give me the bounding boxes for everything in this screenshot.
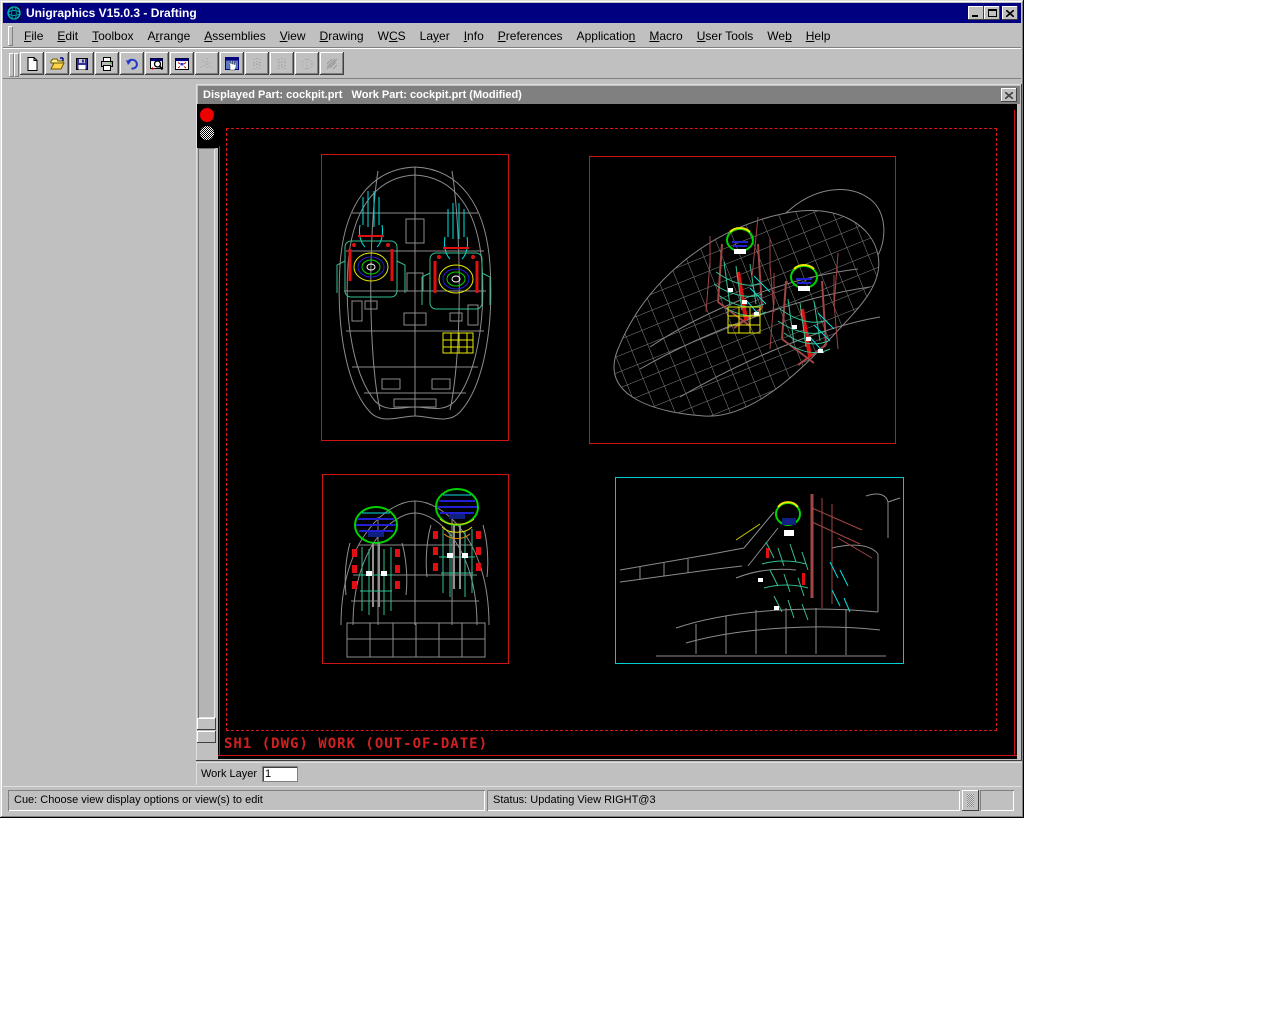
window-title: Unigraphics V15.0.3 - Drafting: [26, 6, 197, 20]
menubar-handle[interactable]: [8, 26, 13, 46]
menu-assemblies[interactable]: Assemblies: [197, 26, 272, 46]
zoom-window-icon: [149, 56, 165, 72]
hatch-ghost-icon: [324, 56, 340, 72]
graphics-window: Displayed Part: cockpit.prt Work Part: c…: [196, 84, 1022, 761]
meter-thumb-top: [197, 718, 216, 730]
main-toolbar: [3, 47, 1021, 79]
graphics-window-close-button[interactable]: [1001, 88, 1017, 102]
meter-thumb-bottom: [197, 731, 216, 743]
view-top[interactable]: [321, 154, 509, 441]
close-icon: [1005, 92, 1013, 99]
view-right-wireframe: [616, 478, 903, 663]
ghost-tool-3-button: [295, 52, 319, 75]
graphics-window-title: Displayed Part: cockpit.prt Work Part: c…: [198, 86, 1020, 104]
printer-icon: [99, 56, 115, 72]
window-controls: [968, 6, 1018, 20]
new-document-icon: [24, 56, 40, 72]
menu-drawing[interactable]: Drawing: [313, 26, 371, 46]
menu-arrange[interactable]: Arrange: [141, 26, 198, 46]
ghost-tool-1-icon: [249, 56, 265, 72]
interrupt-stop-button[interactable]: [200, 108, 214, 122]
ghost-tool-2-icon: [274, 56, 290, 72]
view-front-wireframe: [323, 475, 508, 663]
app-icon: [6, 5, 22, 21]
view-right[interactable]: [615, 477, 904, 664]
maximize-button[interactable]: [984, 6, 1000, 20]
dither-glyph-icon: [967, 794, 974, 807]
status-bar: Cue: Choose view display options or view…: [3, 786, 1021, 815]
maximize-icon: [988, 9, 997, 17]
title-bar: Unigraphics V15.0.3 - Drafting: [3, 3, 1021, 23]
menu-macro[interactable]: Macro: [642, 26, 689, 46]
new-part-button[interactable]: [20, 52, 44, 75]
menu-info[interactable]: Info: [457, 26, 491, 46]
close-icon: [1006, 10, 1014, 17]
menu-application[interactable]: Application: [570, 26, 643, 46]
minimize-button[interactable]: [968, 6, 984, 20]
percent-done-meter: [198, 148, 215, 718]
menu-edit[interactable]: Edit: [50, 26, 85, 46]
fit-view-button[interactable]: [170, 52, 194, 75]
view-isometric-wireframe: [590, 157, 895, 443]
status-panel: Status: Updating View RIGHT@3: [487, 790, 960, 811]
undo-button[interactable]: [120, 52, 144, 75]
app-window: Unigraphics V15.0.3 - Drafting File Edit…: [0, 0, 1024, 818]
zoom-view-button[interactable]: [145, 52, 169, 75]
ghost-tool-3-icon: [299, 56, 315, 72]
undo-arrow-icon: [124, 56, 140, 72]
interrupt-stop-disabled-icon: [200, 126, 214, 140]
sheet-status-annotation: SH1 (DWG) WORK (OUT-OF-DATE): [224, 736, 488, 752]
toolbar-handle-2: [14, 53, 19, 77]
sheet-edge-left: [219, 146, 220, 756]
view-top-wireframe: [322, 155, 508, 440]
open-part-button[interactable]: [45, 52, 69, 75]
progress-strip: [197, 104, 218, 760]
fit-window-icon: [174, 56, 190, 72]
save-part-button[interactable]: [70, 52, 94, 75]
csys-ghost-icon: [199, 56, 215, 72]
sheet-edge-bottom: [218, 755, 1017, 756]
work-layer-label: Work Layer: [201, 768, 257, 780]
menu-wcs[interactable]: WCS: [371, 26, 413, 46]
work-layer-input[interactable]: [263, 767, 297, 781]
print-button[interactable]: [95, 52, 119, 75]
menu-web[interactable]: Web: [760, 26, 798, 46]
menu-user-tools[interactable]: User Tools: [690, 26, 761, 46]
menu-help[interactable]: Help: [799, 26, 838, 46]
pan-hand-icon: [224, 56, 240, 72]
save-floppy-icon: [74, 56, 90, 72]
status-end-panel: [980, 790, 1014, 811]
sheet-edge-right: [1014, 110, 1015, 756]
menu-layer[interactable]: Layer: [413, 26, 457, 46]
close-button[interactable]: [1002, 6, 1018, 20]
graphics-canvas[interactable]: SH1 (DWG) WORK (OUT-OF-DATE): [218, 104, 1017, 759]
work-layer-bar: Work Layer: [196, 762, 1022, 785]
view-isometric[interactable]: [589, 156, 896, 444]
ghost-tool-1-button: [245, 52, 269, 75]
minimize-icon: [972, 10, 980, 17]
menu-bar: File Edit Toolbox Arrange Assemblies Vie…: [3, 24, 1021, 47]
menu-toolbox[interactable]: Toolbox: [85, 26, 140, 46]
shade-tool-button: [320, 52, 344, 75]
open-folder-icon: [49, 56, 65, 72]
orient-view-button-disabled: [195, 52, 219, 75]
interrupt-panel: [197, 104, 218, 148]
menu-preferences[interactable]: Preferences: [491, 26, 570, 46]
toolbar-buttons: [20, 52, 344, 75]
menu-file[interactable]: File: [17, 26, 50, 46]
menu-view[interactable]: View: [273, 26, 313, 46]
desktop: Unigraphics V15.0.3 - Drafting File Edit…: [0, 0, 1280, 1024]
view-front[interactable]: [322, 474, 509, 664]
cue-panel: Cue: Choose view display options or view…: [8, 790, 485, 811]
status-scroll-button: [962, 790, 979, 811]
pan-view-button[interactable]: [220, 52, 244, 75]
ghost-tool-2-button: [270, 52, 294, 75]
